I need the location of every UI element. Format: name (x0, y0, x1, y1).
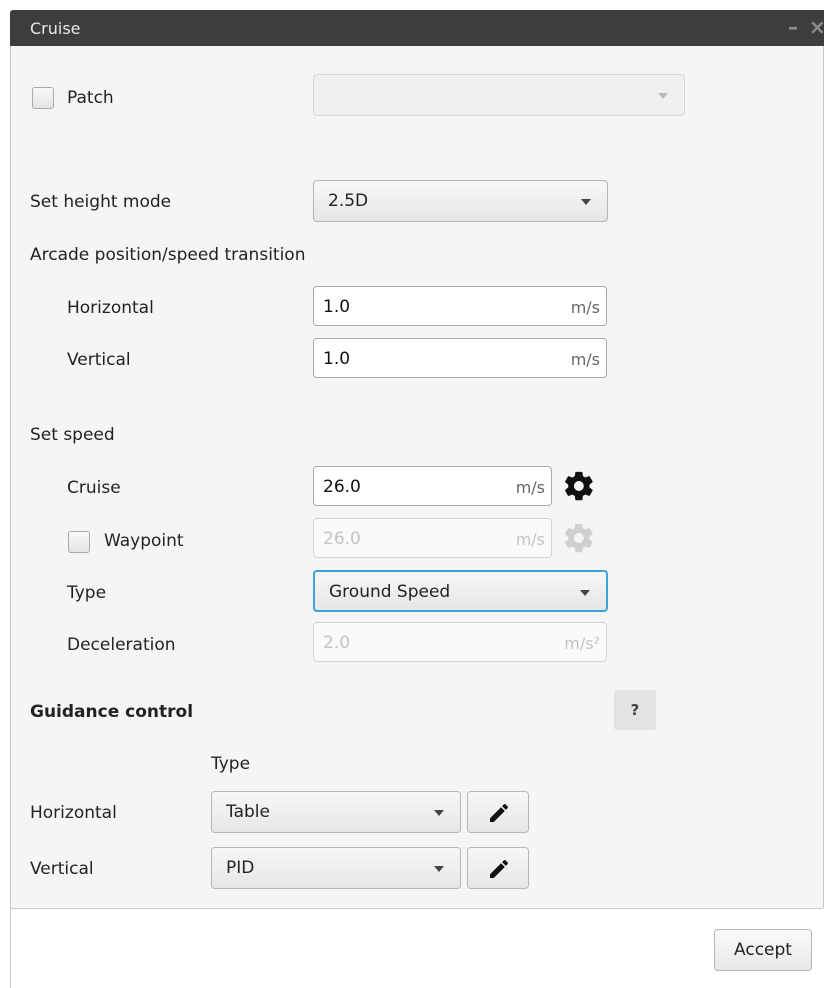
edit-vertical-button[interactable] (467, 847, 529, 889)
speed-section-label: Set speed (30, 425, 115, 445)
height-mode-select[interactable]: 2.5D (313, 180, 608, 222)
pencil-icon (490, 803, 509, 822)
waypoint-label: Waypoint (104, 531, 184, 551)
arcade-horizontal-label: Horizontal (67, 298, 154, 318)
waypoint-speed-unit: m/s (515, 530, 545, 549)
arcade-horizontal-value: 1.0 (323, 297, 351, 317)
edit-horizontal-button[interactable] (467, 791, 529, 833)
cruise-speed-unit: m/s (515, 478, 545, 497)
close-icon[interactable]: × (809, 17, 824, 37)
chevron-down-icon (434, 810, 444, 816)
arcade-section-label: Arcade position/speed transition (30, 245, 306, 265)
speed-type-label: Type (67, 583, 107, 603)
guidance-vertical-select[interactable]: PID (211, 847, 461, 889)
waypoint-checkbox[interactable] (68, 531, 90, 553)
window-titlebar: Cruise – × (10, 10, 824, 46)
waypoint-speed-value: 26.0 (323, 529, 361, 549)
patch-checkbox[interactable] (32, 87, 54, 109)
deceleration-label: Deceleration (67, 635, 176, 655)
arcade-vertical-label: Vertical (67, 350, 131, 370)
chevron-down-icon (580, 590, 590, 596)
arcade-horizontal-input[interactable]: 1.0 m/s (313, 286, 607, 326)
cruise-label: Cruise (67, 478, 121, 498)
guidance-section-label: Guidance control (30, 702, 194, 722)
patch-select[interactable] (313, 74, 685, 116)
arcade-vertical-input[interactable]: 1.0 m/s (313, 338, 607, 378)
cruise-speed-input[interactable]: 26.0 m/s (313, 466, 552, 506)
deceleration-unit: m/s² (564, 634, 600, 653)
waypoint-speed-input[interactable]: 26.0 m/s (313, 518, 552, 558)
cruise-speed-value: 26.0 (323, 477, 361, 497)
height-mode-label: Set height mode (30, 192, 172, 212)
speed-type-select[interactable]: Ground Speed (313, 570, 608, 612)
accept-button[interactable]: Accept (714, 929, 812, 971)
gear-icon[interactable] (562, 521, 596, 555)
arcade-vertical-unit: m/s (570, 350, 600, 369)
chevron-down-icon (434, 866, 444, 872)
gear-icon[interactable] (562, 469, 596, 503)
speed-type-value: Ground Speed (329, 582, 451, 602)
pencil-icon (490, 859, 509, 878)
guidance-type-header: Type (211, 754, 251, 774)
window-title: Cruise (30, 19, 81, 38)
arcade-vertical-value: 1.0 (323, 349, 351, 369)
deceleration-input[interactable]: 2.0 m/s² (313, 622, 607, 662)
patch-label: Patch (67, 88, 114, 108)
chevron-down-icon (658, 93, 668, 99)
chevron-down-icon (581, 199, 591, 205)
dialog-footer (10, 908, 823, 988)
guidance-horizontal-label: Horizontal (30, 803, 117, 823)
arcade-horizontal-unit: m/s (570, 298, 600, 317)
deceleration-value: 2.0 (323, 633, 351, 653)
guidance-horizontal-value: Table (226, 802, 270, 822)
guidance-horizontal-select[interactable]: Table (211, 791, 461, 833)
guidance-vertical-value: PID (226, 858, 255, 878)
minimize-icon[interactable]: – (788, 17, 798, 37)
guidance-vertical-label: Vertical (30, 859, 94, 879)
help-button[interactable]: ? (614, 690, 656, 730)
height-mode-value: 2.5D (328, 191, 369, 211)
